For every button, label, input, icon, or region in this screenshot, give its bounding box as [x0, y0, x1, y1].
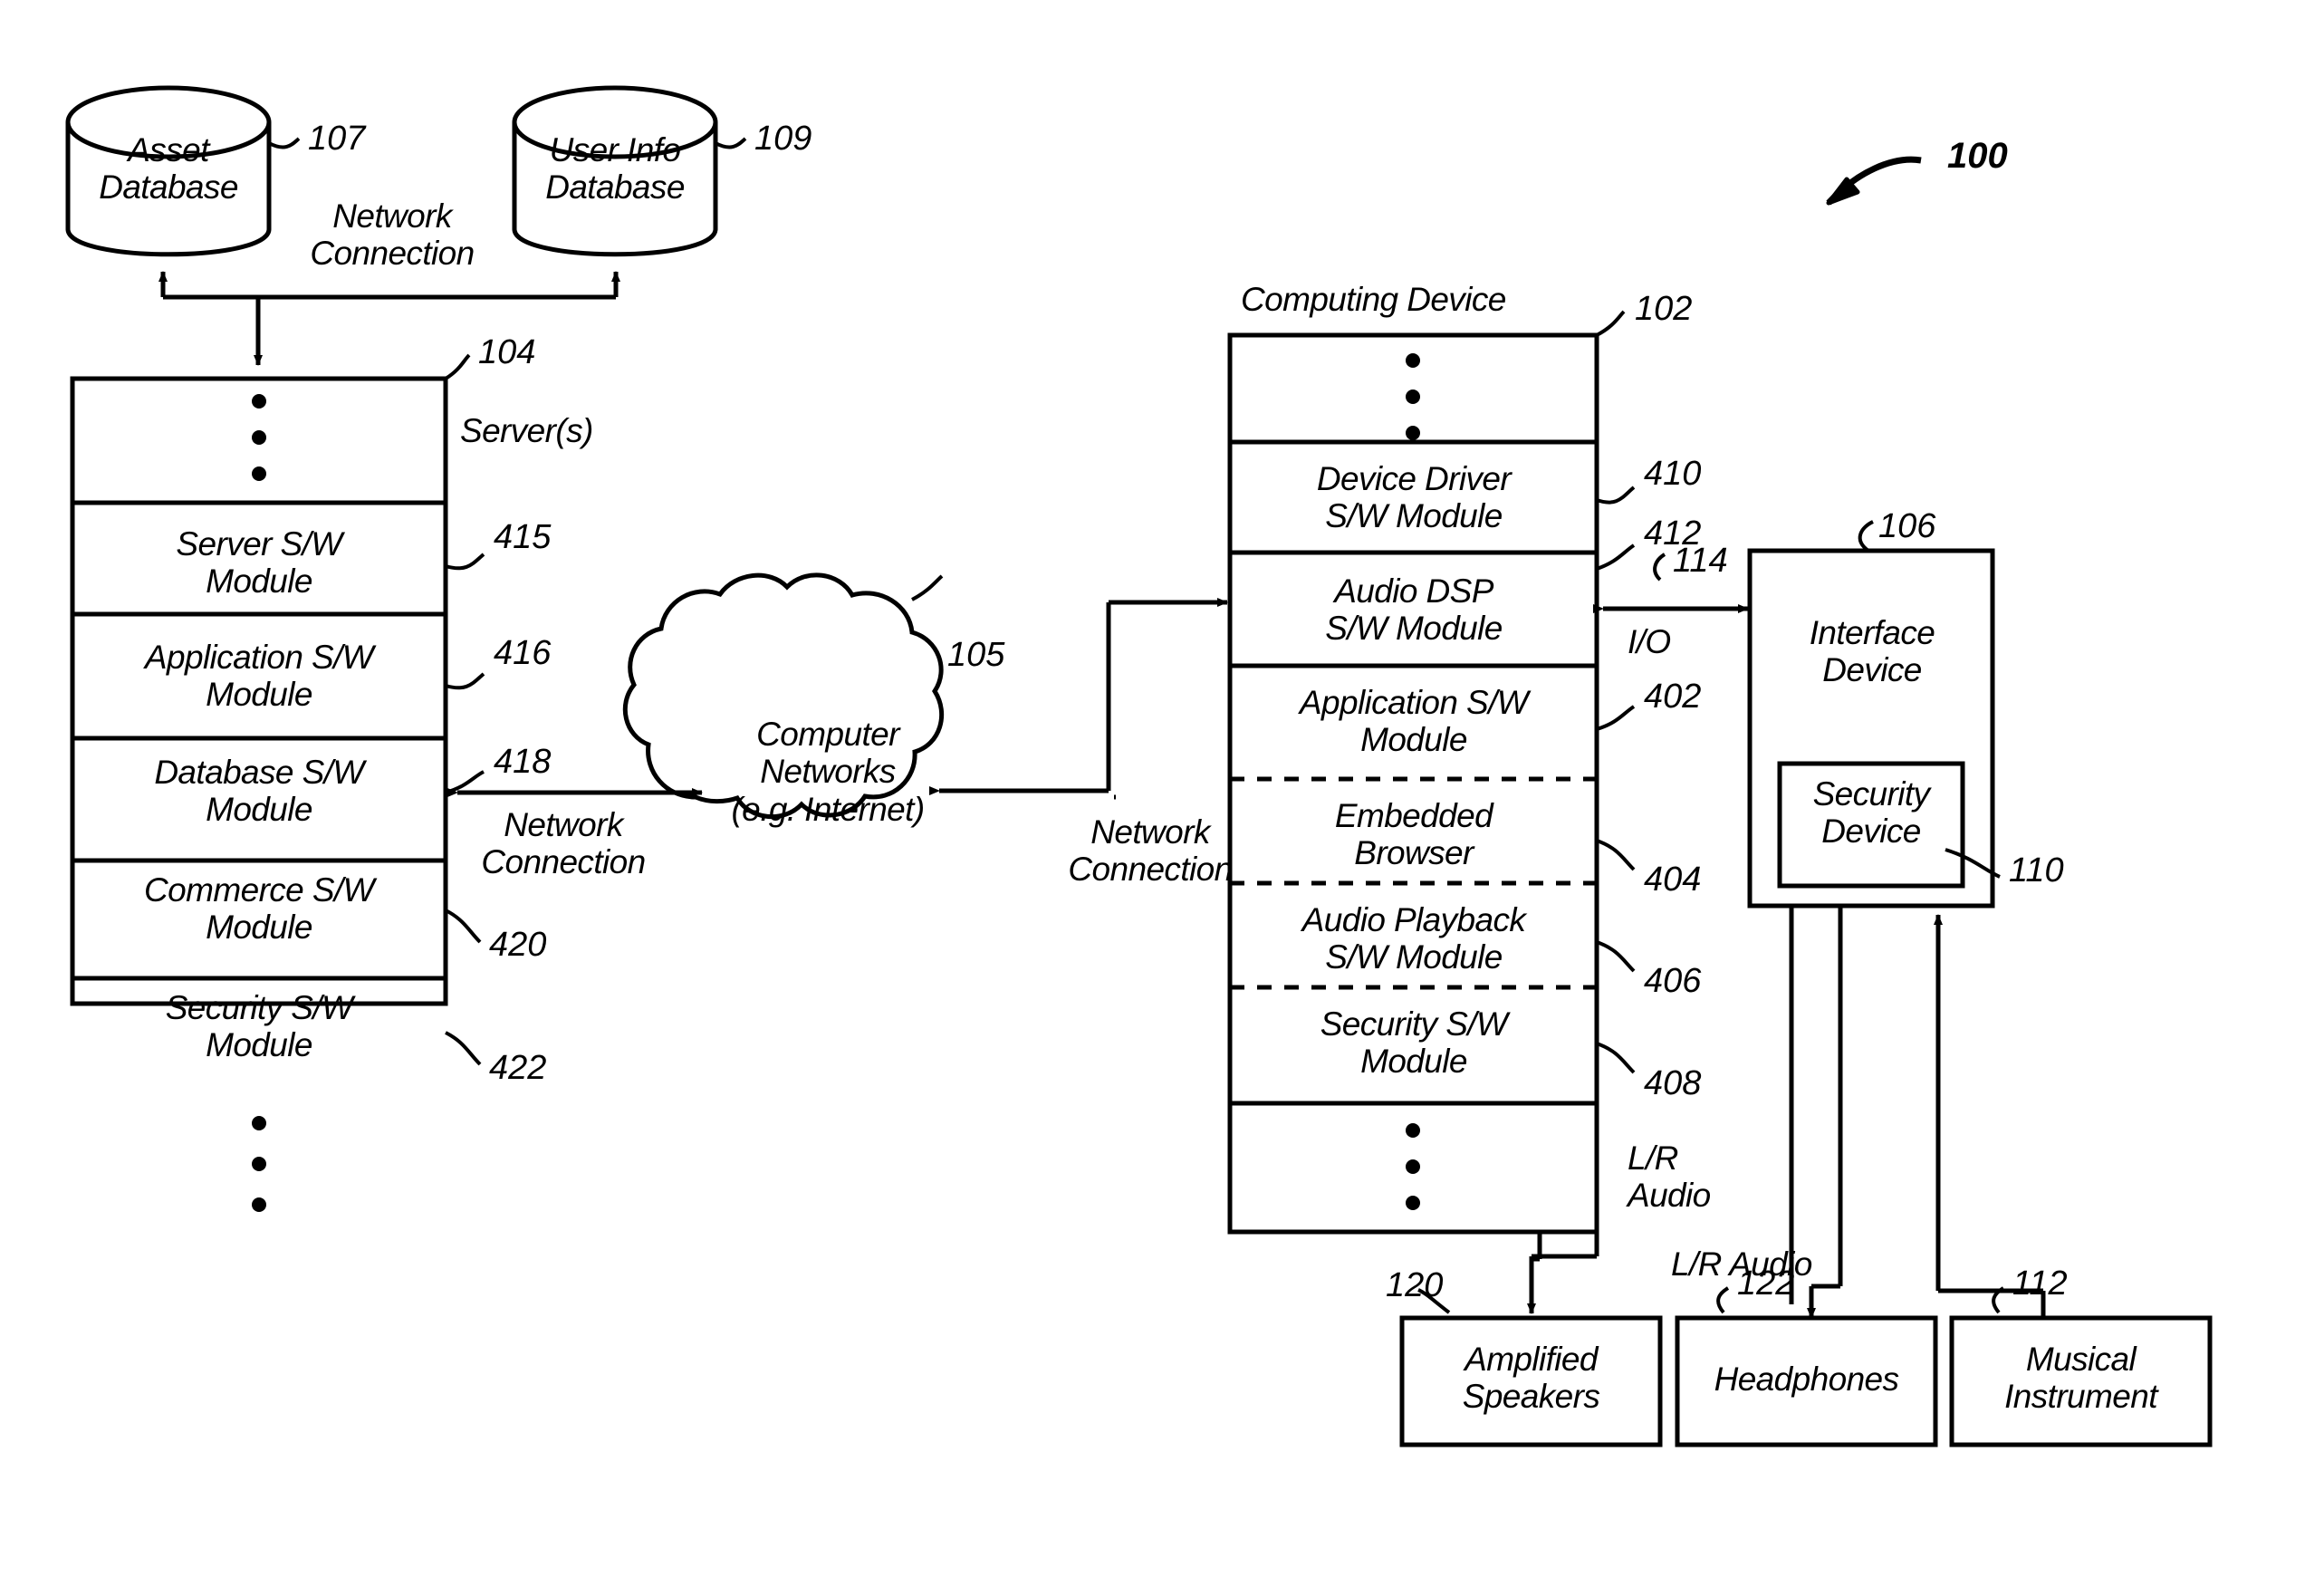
cloud-label: Computer Networks (e.g. Internet): [731, 716, 925, 828]
leader-415: [445, 553, 485, 571]
dot: [252, 1116, 266, 1130]
ref-410: 410: [1644, 455, 1702, 493]
ref-416: 416: [494, 634, 552, 672]
amplified-speakers-label: Amplified Speakers: [1462, 1341, 1600, 1416]
ref-112: 112: [2012, 1264, 2068, 1303]
cd-row-embedded-browser: Embedded Browser: [1334, 797, 1493, 872]
leader-406: [1596, 940, 1636, 973]
dot: [252, 394, 266, 409]
ref-102: 102: [1635, 290, 1693, 328]
ref-418: 418: [494, 743, 552, 781]
figure-number: 100: [1947, 136, 2008, 176]
cd-row-application-sw: Application S/W Module: [1299, 684, 1529, 759]
dot: [252, 1197, 266, 1212]
leader-420: [445, 909, 482, 944]
leader-122: [1716, 1286, 1730, 1314]
leader-107: [268, 137, 301, 149]
leader-109: [715, 137, 747, 149]
security-device-label: Security Device: [1812, 775, 1930, 851]
server-row-database-sw: Database S/W Module: [154, 754, 364, 829]
interface-device-label: Interface Device: [1809, 614, 1935, 689]
asset-database-label: Asset Database: [99, 131, 238, 207]
computing-device-title: Computing Device: [1241, 281, 1506, 318]
db-network-connection-label: Network Connection: [310, 197, 475, 273]
user-db-bottom: [512, 228, 718, 257]
lr-audio-vertical-label: L/R Audio: [1628, 1139, 1711, 1215]
leader-408: [1596, 1042, 1636, 1074]
asset-db-bottom: [65, 228, 272, 257]
leader-114: [1653, 553, 1666, 582]
device-network-connection-label: Network Connection: [1068, 813, 1233, 889]
server-network-connection-label: Network Connection: [481, 806, 646, 881]
ref-110: 110: [2009, 851, 2064, 889]
leader-104: [444, 353, 471, 380]
headphones-label: Headphones: [1714, 1361, 1899, 1398]
dot: [1406, 353, 1420, 368]
leader-410: [1596, 486, 1636, 505]
dot: [252, 466, 266, 481]
leader-422: [445, 1031, 482, 1066]
leader-102: [1596, 310, 1626, 337]
ref-109: 109: [754, 120, 812, 158]
server-row-commerce-sw: Commerce S/W Module: [144, 871, 374, 947]
leader-105: [911, 574, 944, 601]
user-info-database-label: User Info Database: [545, 131, 685, 207]
dot: [1406, 1123, 1420, 1138]
dot: [1406, 1196, 1420, 1210]
ref-114: 114: [1673, 542, 1728, 580]
ref-420: 420: [489, 926, 547, 964]
dot: [1406, 389, 1420, 404]
server-row-security-sw: Security S/W Module: [165, 989, 353, 1064]
ref-422: 422: [489, 1049, 547, 1087]
leader-106: [1858, 520, 1874, 553]
leader-404: [1596, 839, 1636, 871]
ref-122: 122: [1737, 1264, 1795, 1303]
dot: [1406, 426, 1420, 440]
cd-row-audio-playback: Audio Playback S/W Module: [1301, 901, 1526, 976]
ref-104: 104: [478, 333, 536, 371]
patent-figure-canvas: 100 Asset Database 107 User Info Database …: [0, 0, 2324, 1577]
ref-406: 406: [1644, 962, 1702, 1000]
ref-402: 402: [1644, 678, 1702, 716]
dot: [1406, 1159, 1420, 1174]
server-row-server-sw: Server S/W Module: [176, 525, 342, 601]
ref-106: 106: [1878, 507, 1936, 545]
musical-instrument-label: Musical Instrument: [2004, 1341, 2157, 1416]
server-title: Server(s): [460, 412, 593, 449]
io-label: I/O: [1628, 623, 1671, 660]
ref-107: 107: [308, 120, 366, 158]
ref-120: 120: [1386, 1266, 1444, 1304]
leader-412: [1596, 543, 1636, 571]
ref-408: 408: [1644, 1064, 1702, 1102]
server-row-application-sw: Application S/W Module: [144, 639, 374, 714]
leader-416: [445, 672, 485, 690]
leader-402: [1596, 705, 1636, 731]
cd-row-device-driver: Device Driver S/W Module: [1316, 460, 1512, 535]
ref-415: 415: [494, 518, 552, 556]
dot: [252, 430, 266, 445]
cd-row-audio-dsp: Audio DSP S/W Module: [1325, 572, 1503, 648]
leader-418: [445, 770, 485, 794]
ref-404: 404: [1644, 861, 1702, 899]
ref-105: 105: [947, 636, 1005, 674]
dot: [252, 1157, 266, 1171]
cd-row-security-sw: Security S/W Module: [1320, 1005, 1508, 1081]
